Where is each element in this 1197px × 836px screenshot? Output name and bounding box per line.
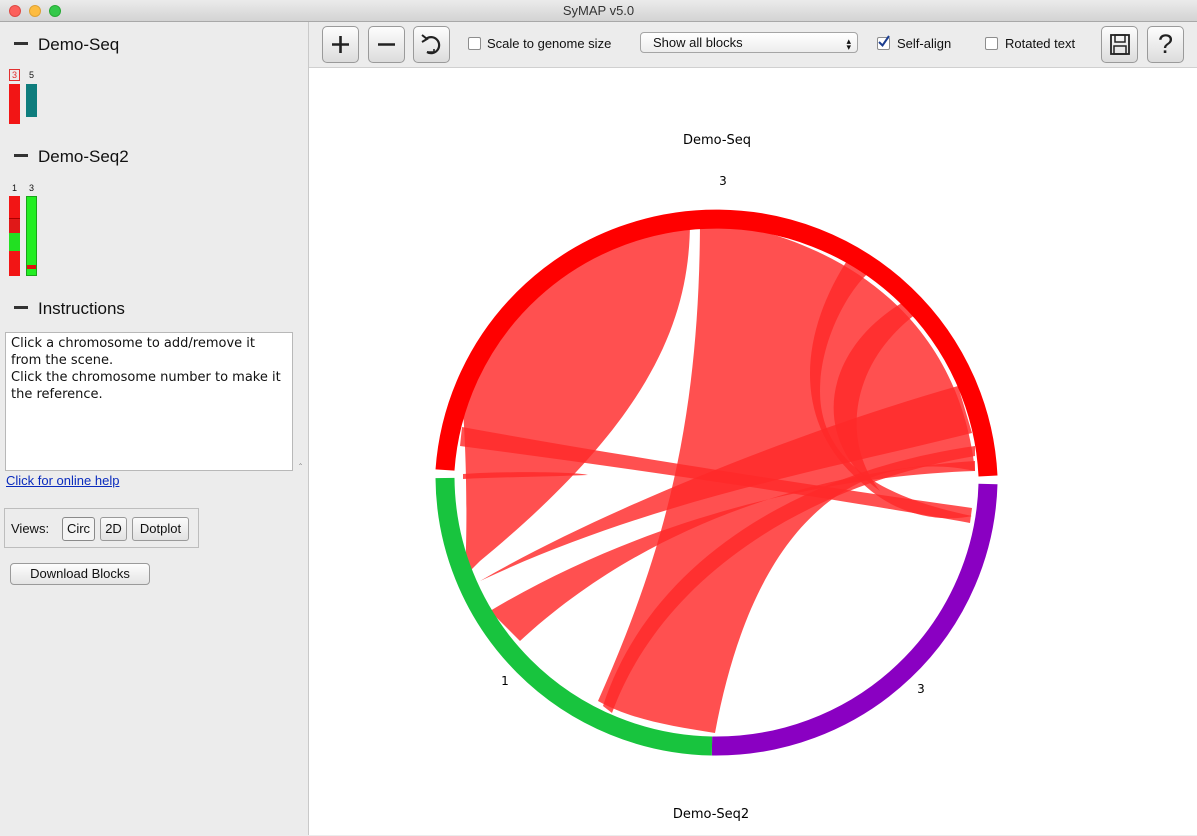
project-label-bottom: Demo-Seq2 — [673, 807, 749, 822]
save-icon — [1110, 34, 1130, 55]
chromosome-bar-5[interactable] — [26, 84, 37, 117]
collapse-icon[interactable] — [14, 42, 28, 46]
chromosome-label-5[interactable]: 5 — [29, 70, 34, 80]
project-name: Demo-Seq2 — [38, 147, 129, 166]
view-dotplot-button[interactable]: Dotplot — [132, 517, 189, 541]
ribbon[interactable] — [461, 221, 690, 576]
save-button[interactable] — [1101, 26, 1138, 63]
scale-to-genome-label: Scale to genome size — [487, 36, 612, 51]
help-button[interactable]: ? — [1147, 26, 1184, 63]
views-label: Views: — [11, 521, 50, 536]
zoom-out-button[interactable] — [368, 26, 405, 63]
help-icon: ? — [1157, 29, 1174, 59]
collapse-icon[interactable] — [14, 154, 28, 158]
instructions-header[interactable]: Instructions — [14, 299, 125, 319]
circle-plot[interactable]: Demo-Seq 3 1 3 Demo-Seq2 — [309, 68, 1197, 836]
project-header-demo-seq[interactable]: Demo-Seq — [14, 35, 119, 55]
collapse-icon[interactable] — [14, 306, 28, 310]
window-title: SyMAP v5.0 — [562, 3, 635, 18]
chromosome-label-3[interactable]: 3 — [9, 69, 21, 81]
self-align-checkbox[interactable] — [877, 35, 890, 50]
view-circ-button[interactable]: Circ — [62, 517, 95, 541]
title-bar: SyMAP v5.0 — [0, 0, 1197, 22]
circle-plot-canvas[interactable]: Demo-Seq 3 1 3 Demo-Seq2 — [309, 67, 1197, 835]
minus-icon — [378, 43, 395, 46]
self-align-label: Self-align — [897, 36, 952, 51]
chromosome-number-label[interactable]: 3 — [917, 682, 925, 696]
download-blocks-button[interactable]: Download Blocks — [10, 563, 150, 585]
zoom-in-button[interactable] — [322, 26, 359, 63]
rotated-text-label: Rotated text — [1005, 36, 1076, 51]
rotate-button[interactable] — [413, 26, 450, 63]
chromosome-bar-3[interactable] — [9, 84, 20, 124]
block-filter-select[interactable]: Show all blocks ▴ ▾ — [640, 32, 858, 53]
instruction-line: Click a chromosome to add/remove it from… — [11, 336, 260, 368]
view-2d-button[interactable]: 2D — [100, 517, 127, 541]
checkmark-icon — [878, 35, 890, 48]
plus-icon — [332, 36, 349, 53]
project-name: Demo-Seq — [38, 35, 120, 54]
chromosome-number-label[interactable]: 1 — [501, 674, 509, 688]
splitter-handle[interactable]: ‸ — [299, 455, 302, 466]
project-label-top: Demo-Seq — [683, 133, 751, 148]
chromosome-label-3[interactable]: 3 — [29, 183, 34, 193]
views-group: Views: Circ 2D Dotplot — [4, 508, 199, 548]
instructions-title: Instructions — [38, 299, 125, 318]
instructions-box: Click a chromosome to add/remove it from… — [5, 332, 293, 471]
left-panel: Demo-Seq 3 5 Demo-Seq2 1 3 Instructions … — [0, 22, 309, 835]
rotated-text-checkbox[interactable] — [985, 37, 998, 50]
project-header-demo-seq2[interactable]: Demo-Seq2 — [14, 147, 129, 167]
chromosome-number-label[interactable]: 3 — [719, 174, 727, 188]
scale-to-genome-checkbox[interactable] — [468, 37, 481, 50]
instruction-line: Click the chromosome number to make it t… — [11, 370, 285, 402]
chromosome-bar-1[interactable] — [9, 196, 20, 276]
online-help-link[interactable]: Click for online help — [6, 473, 119, 488]
block-filter-value: Show all blocks — [653, 35, 743, 50]
chromosome-label-1[interactable]: 1 — [12, 183, 17, 193]
rotate-icon — [421, 34, 441, 55]
chromosome-bar-3[interactable] — [26, 196, 37, 276]
